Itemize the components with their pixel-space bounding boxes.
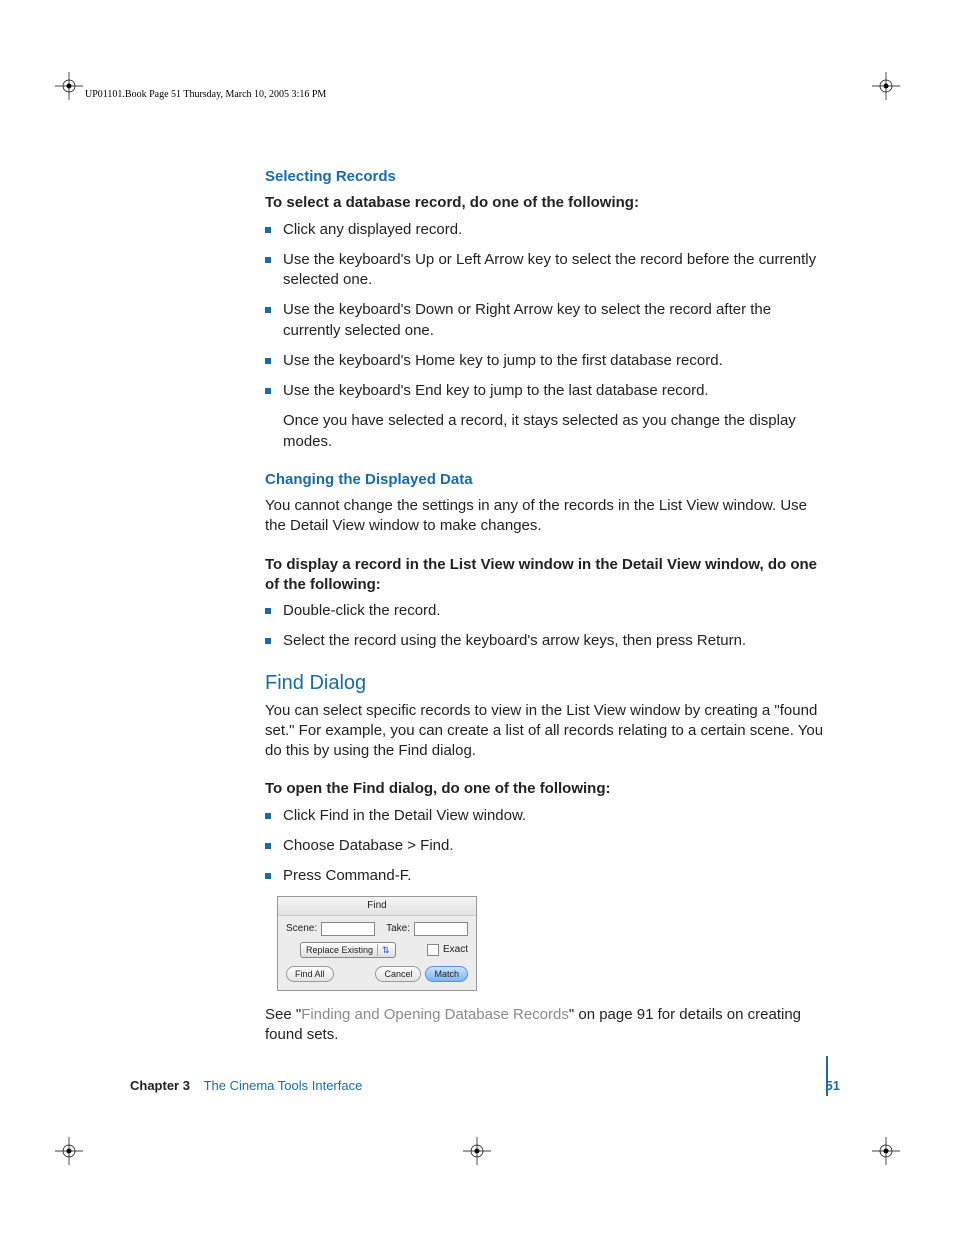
- chapter-label: Chapter 3: [130, 1078, 190, 1093]
- crop-mark-icon: [872, 72, 900, 100]
- text: See ": [265, 1006, 301, 1023]
- page-footer: Chapter 3 The Cinema Tools Interface 51: [130, 1077, 840, 1095]
- bullet-list: Double-click the record. Select the reco…: [265, 601, 829, 652]
- list-item: Choose Database > Find.: [265, 836, 829, 856]
- paragraph: Once you have selected a record, it stay…: [265, 411, 829, 452]
- paragraph: You can select specific records to view …: [265, 701, 829, 762]
- list-item: Click any displayed record.: [265, 220, 829, 240]
- lead-display-record: To display a record in the List View win…: [265, 555, 829, 596]
- scene-input[interactable]: [321, 922, 375, 936]
- take-label: Take:: [386, 922, 410, 936]
- heading-selecting-records: Selecting Records: [265, 167, 829, 187]
- page-content: Selecting Records To select a database r…: [265, 167, 829, 1055]
- replace-existing-select[interactable]: Replace Existing ⇅: [300, 942, 396, 958]
- page-number: 51: [826, 1077, 840, 1095]
- chevron-updown-icon: ⇅: [377, 944, 390, 956]
- see-reference: See "Finding and Opening Database Record…: [265, 1005, 829, 1046]
- find-dialog-title: Find: [278, 897, 476, 916]
- paragraph: You cannot change the settings in any of…: [265, 496, 829, 537]
- list-item: Double-click the record.: [265, 601, 829, 621]
- heading-find-dialog: Find Dialog: [265, 670, 829, 697]
- page-header-meta: UP01101.Book Page 51 Thursday, March 10,…: [85, 88, 326, 102]
- crop-mark-icon: [55, 72, 83, 100]
- list-item: Select the record using the keyboard's a…: [265, 631, 829, 651]
- bullet-list: Click Find in the Detail View window. Ch…: [265, 806, 829, 887]
- find-dialog-window: Find Scene: Take: Replace Existing ⇅: [277, 896, 477, 991]
- scene-label: Scene:: [286, 922, 317, 936]
- take-input[interactable]: [414, 922, 468, 936]
- crop-mark-icon: [463, 1137, 491, 1165]
- lead-select-record: To select a database record, do one of t…: [265, 193, 829, 213]
- heading-changing-displayed-data: Changing the Displayed Data: [265, 470, 829, 490]
- crop-mark-icon: [872, 1137, 900, 1165]
- find-all-button[interactable]: Find All: [286, 966, 334, 982]
- list-item: Click Find in the Detail View window.: [265, 806, 829, 826]
- lead-open-find-dialog: To open the Find dialog, do one of the f…: [265, 779, 829, 799]
- select-label: Replace Existing: [306, 944, 373, 956]
- exact-label: Exact: [443, 943, 468, 957]
- list-item: Press Command-F.: [265, 866, 829, 886]
- chapter-title: The Cinema Tools Interface: [204, 1078, 363, 1093]
- match-button[interactable]: Match: [425, 966, 468, 982]
- exact-checkbox[interactable]: [427, 944, 439, 956]
- list-item: Use the keyboard's Home key to jump to t…: [265, 351, 829, 371]
- cancel-button[interactable]: Cancel: [375, 966, 421, 982]
- cross-reference-link[interactable]: Finding and Opening Database Records: [301, 1006, 569, 1023]
- list-item: Use the keyboard's Down or Right Arrow k…: [265, 300, 829, 341]
- list-item: Use the keyboard's Up or Left Arrow key …: [265, 250, 829, 291]
- list-item: Use the keyboard's End key to jump to th…: [265, 381, 829, 401]
- bullet-list: Click any displayed record. Use the keyb…: [265, 220, 829, 402]
- crop-mark-icon: [55, 1137, 83, 1165]
